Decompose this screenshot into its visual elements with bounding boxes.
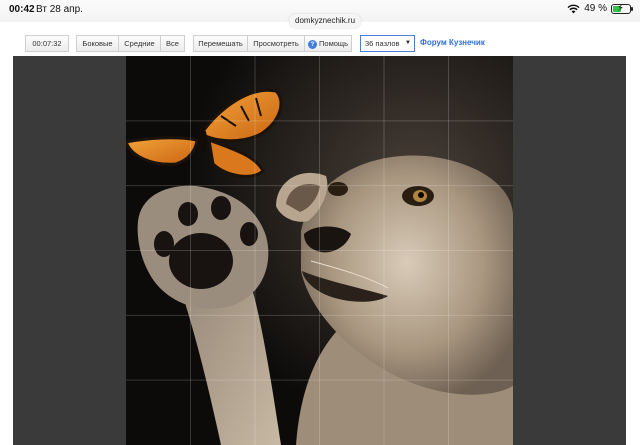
bolt-icon: ⚡ [617,2,625,14]
status-time: 00:42 [9,4,35,15]
filter-all-button[interactable]: Все [160,35,185,52]
puzzle-count-select[interactable]: 36 пазлов ▼ [360,35,415,52]
status-right: 49 % ⚡ [567,2,633,14]
forum-link[interactable]: Форум Кузнечик [420,38,485,47]
question-circle-icon: ? [308,39,318,49]
piece-filter-group: Боковые Средние Все [76,35,185,52]
wifi-icon [567,4,580,13]
battery-charging-icon: ⚡ [611,2,633,14]
filter-middle-button[interactable]: Средние [118,35,160,52]
action-group: Перемешать Просмотреть ? Помощь [193,35,352,52]
url-bar[interactable]: domkyznechik.ru [289,14,362,28]
puzzle-image[interactable] [126,56,513,445]
filter-edges-button[interactable]: Боковые [76,35,118,52]
shuffle-button[interactable]: Перемешать [193,35,247,52]
battery-percent: 49 % [584,3,607,14]
status-date: Вт 28 апр. [36,4,83,15]
puzzle-count-value: 36 пазлов [365,39,400,48]
dropdown-arrow-icon: ▼ [405,40,411,46]
puzzle-board[interactable] [13,56,626,445]
preview-button[interactable]: Просмотреть [247,35,304,52]
lion-cub-butterfly-image [126,56,513,445]
help-label: Помощь [319,39,348,48]
timer-display: 00:07:32 [25,35,69,52]
help-button[interactable]: ? Помощь [304,35,352,52]
puzzle-toolbar: 00:07:32 Боковые Средние Все Перемешать … [0,32,640,54]
